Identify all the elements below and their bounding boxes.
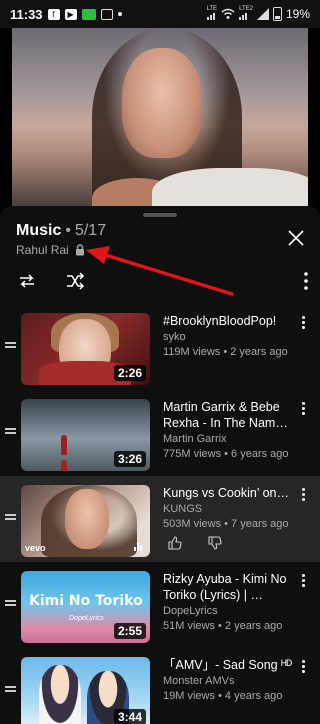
video-meta: 503M views • 7 years ago: [163, 518, 289, 530]
video-channel: KUNGS: [163, 503, 203, 515]
more-vertical-icon[interactable]: [302, 660, 306, 674]
panel-drag-handle[interactable]: [143, 213, 177, 217]
status-bar: 11:33 f ▶ LTE LTE2 19%: [0, 0, 320, 28]
video-thumbnail[interactable]: 3:26: [21, 399, 150, 471]
network-indicator-1: LTE: [206, 6, 217, 22]
youtube-icon: ▶: [64, 8, 77, 20]
repeat-icon[interactable]: [16, 270, 38, 292]
status-left: 11:33 f ▶: [10, 7, 122, 22]
playlist-owner-row: Rahul Rai: [16, 243, 85, 257]
playlist-item[interactable]: 3:44 「AMV」- Sad Song ᴴᴰ Monster AMVs 19M…: [0, 648, 320, 724]
playlist-position: 5/17: [74, 222, 107, 239]
more-vertical-icon[interactable]: [302, 316, 306, 330]
playlist-item[interactable]: Kimi No Toriko DopeLyrics 2:55 Rizky Ayu…: [0, 562, 320, 648]
battery-percent: 19%: [285, 7, 310, 21]
video-thumbnail[interactable]: 3:44: [21, 657, 150, 724]
playlist-controls: [16, 268, 312, 294]
video-thumbnail[interactable]: 2:26: [21, 313, 150, 385]
signal-icon: [206, 13, 215, 20]
shuffle-icon[interactable]: [64, 270, 86, 292]
video-frame[interactable]: [12, 28, 308, 206]
messages-icon: [100, 8, 113, 20]
more-vertical-icon[interactable]: [302, 488, 306, 502]
video-duration: 3:44: [113, 709, 146, 724]
playlist-item-active[interactable]: vevo Kungs vs Cookin’ on… KUNGS 503M vie…: [0, 476, 320, 562]
dot-icon: [117, 12, 122, 16]
video-thumbnail[interactable]: vevo: [21, 485, 150, 557]
more-vertical-icon[interactable]: [302, 402, 306, 416]
video-meta: 19M views • 4 years ago: [163, 690, 283, 702]
thumb-signature-text: DopeLyrics: [69, 615, 104, 622]
video-channel: Martin Garrix: [163, 433, 227, 445]
reorder-handle-icon[interactable]: [5, 600, 16, 608]
video-duration: 2:26: [113, 365, 146, 381]
wifi-icon: [221, 8, 235, 19]
reorder-handle-icon[interactable]: [5, 428, 16, 436]
video-info[interactable]: 「AMV」- Sad Song ᴴᴰ Monster AMVs 19M view…: [163, 657, 293, 704]
whatsapp-icon: [81, 8, 96, 20]
thumb-face: [65, 489, 109, 549]
video-meta: 51M views • 2 years ago: [163, 620, 283, 632]
status-time: 11:33: [10, 6, 43, 22]
facebook-icon: f: [47, 8, 60, 20]
signal-icon-2: [239, 13, 248, 20]
video-title: Martin Garrix & Bebe Rexha - In The Nam…: [163, 400, 288, 430]
battery-icon: [272, 7, 282, 21]
signal-strength-icon: [256, 8, 269, 20]
thumbs-up-icon[interactable]: [168, 536, 182, 550]
playlist-title-row: Music • 5/17: [16, 222, 106, 240]
video-channel: Monster AMVs: [163, 675, 235, 687]
thumb-figures: [61, 435, 103, 471]
video-meta: 119M views • 2 years ago: [163, 346, 288, 358]
video-title: 「AMV」- Sad Song ᴴᴰ: [163, 658, 293, 672]
video-info[interactable]: #BrooklynBloodPop! syko 119M views • 2 y…: [163, 313, 293, 360]
video-duration: 2:55: [113, 623, 146, 639]
video-title: Rizky Ayuba - Kimi No Toriko (Lyrics) | …: [163, 572, 287, 602]
playlist-item[interactable]: 3:26 Martin Garrix & Bebe Rexha - In The…: [0, 390, 320, 476]
playlist-item[interactable]: 2:26 #BrooklynBloodPop! syko 119M views …: [0, 304, 320, 390]
network-indicator-2: LTE2: [239, 6, 253, 22]
reorder-handle-icon[interactable]: [5, 514, 16, 522]
more-vertical-icon[interactable]: [302, 574, 306, 588]
playlist-video-list: 2:26 #BrooklynBloodPop! syko 119M views …: [0, 304, 320, 724]
reorder-handle-icon[interactable]: [5, 342, 16, 350]
video-info[interactable]: Rizky Ayuba - Kimi No Toriko (Lyrics) | …: [163, 571, 293, 634]
lock-icon: [75, 244, 84, 256]
playlist-panel: Music • 5/17 Rahul Rai 2:26 #BrooklynBlo…: [0, 206, 320, 724]
video-subject-shirt: [152, 168, 308, 206]
video-meta: 775M views • 6 years ago: [163, 448, 289, 460]
more-vertical-icon[interactable]: [300, 270, 312, 292]
video-duration: 3:26: [113, 451, 146, 467]
video-player[interactable]: [0, 28, 320, 206]
playlist-owner: Rahul Rai: [16, 243, 69, 257]
thumb-title-text: Kimi No Toriko: [29, 593, 143, 609]
reorder-handle-icon[interactable]: [5, 686, 16, 694]
video-subject-face: [122, 48, 202, 158]
row-actions: [168, 536, 222, 550]
now-playing-icon: [134, 543, 144, 551]
video-channel: syko: [163, 331, 186, 343]
vevo-badge: vevo: [25, 543, 46, 553]
playlist-separator: •: [65, 222, 71, 239]
status-right: LTE LTE2 19%: [206, 6, 310, 22]
video-channel: DopeLyrics: [163, 605, 218, 617]
playlist-title: Music: [16, 222, 62, 239]
video-title: Kungs vs Cookin’ on…: [163, 486, 289, 500]
video-info[interactable]: Kungs vs Cookin’ on… KUNGS 503M views • …: [163, 485, 293, 532]
video-thumbnail[interactable]: Kimi No Toriko DopeLyrics 2:55: [21, 571, 150, 643]
video-info[interactable]: Martin Garrix & Bebe Rexha - In The Nam……: [163, 399, 293, 462]
thumb-character-1: [39, 665, 81, 724]
video-title: #BrooklynBloodPop!: [163, 314, 277, 328]
close-icon[interactable]: [286, 228, 306, 248]
thumbs-down-icon[interactable]: [208, 536, 222, 550]
